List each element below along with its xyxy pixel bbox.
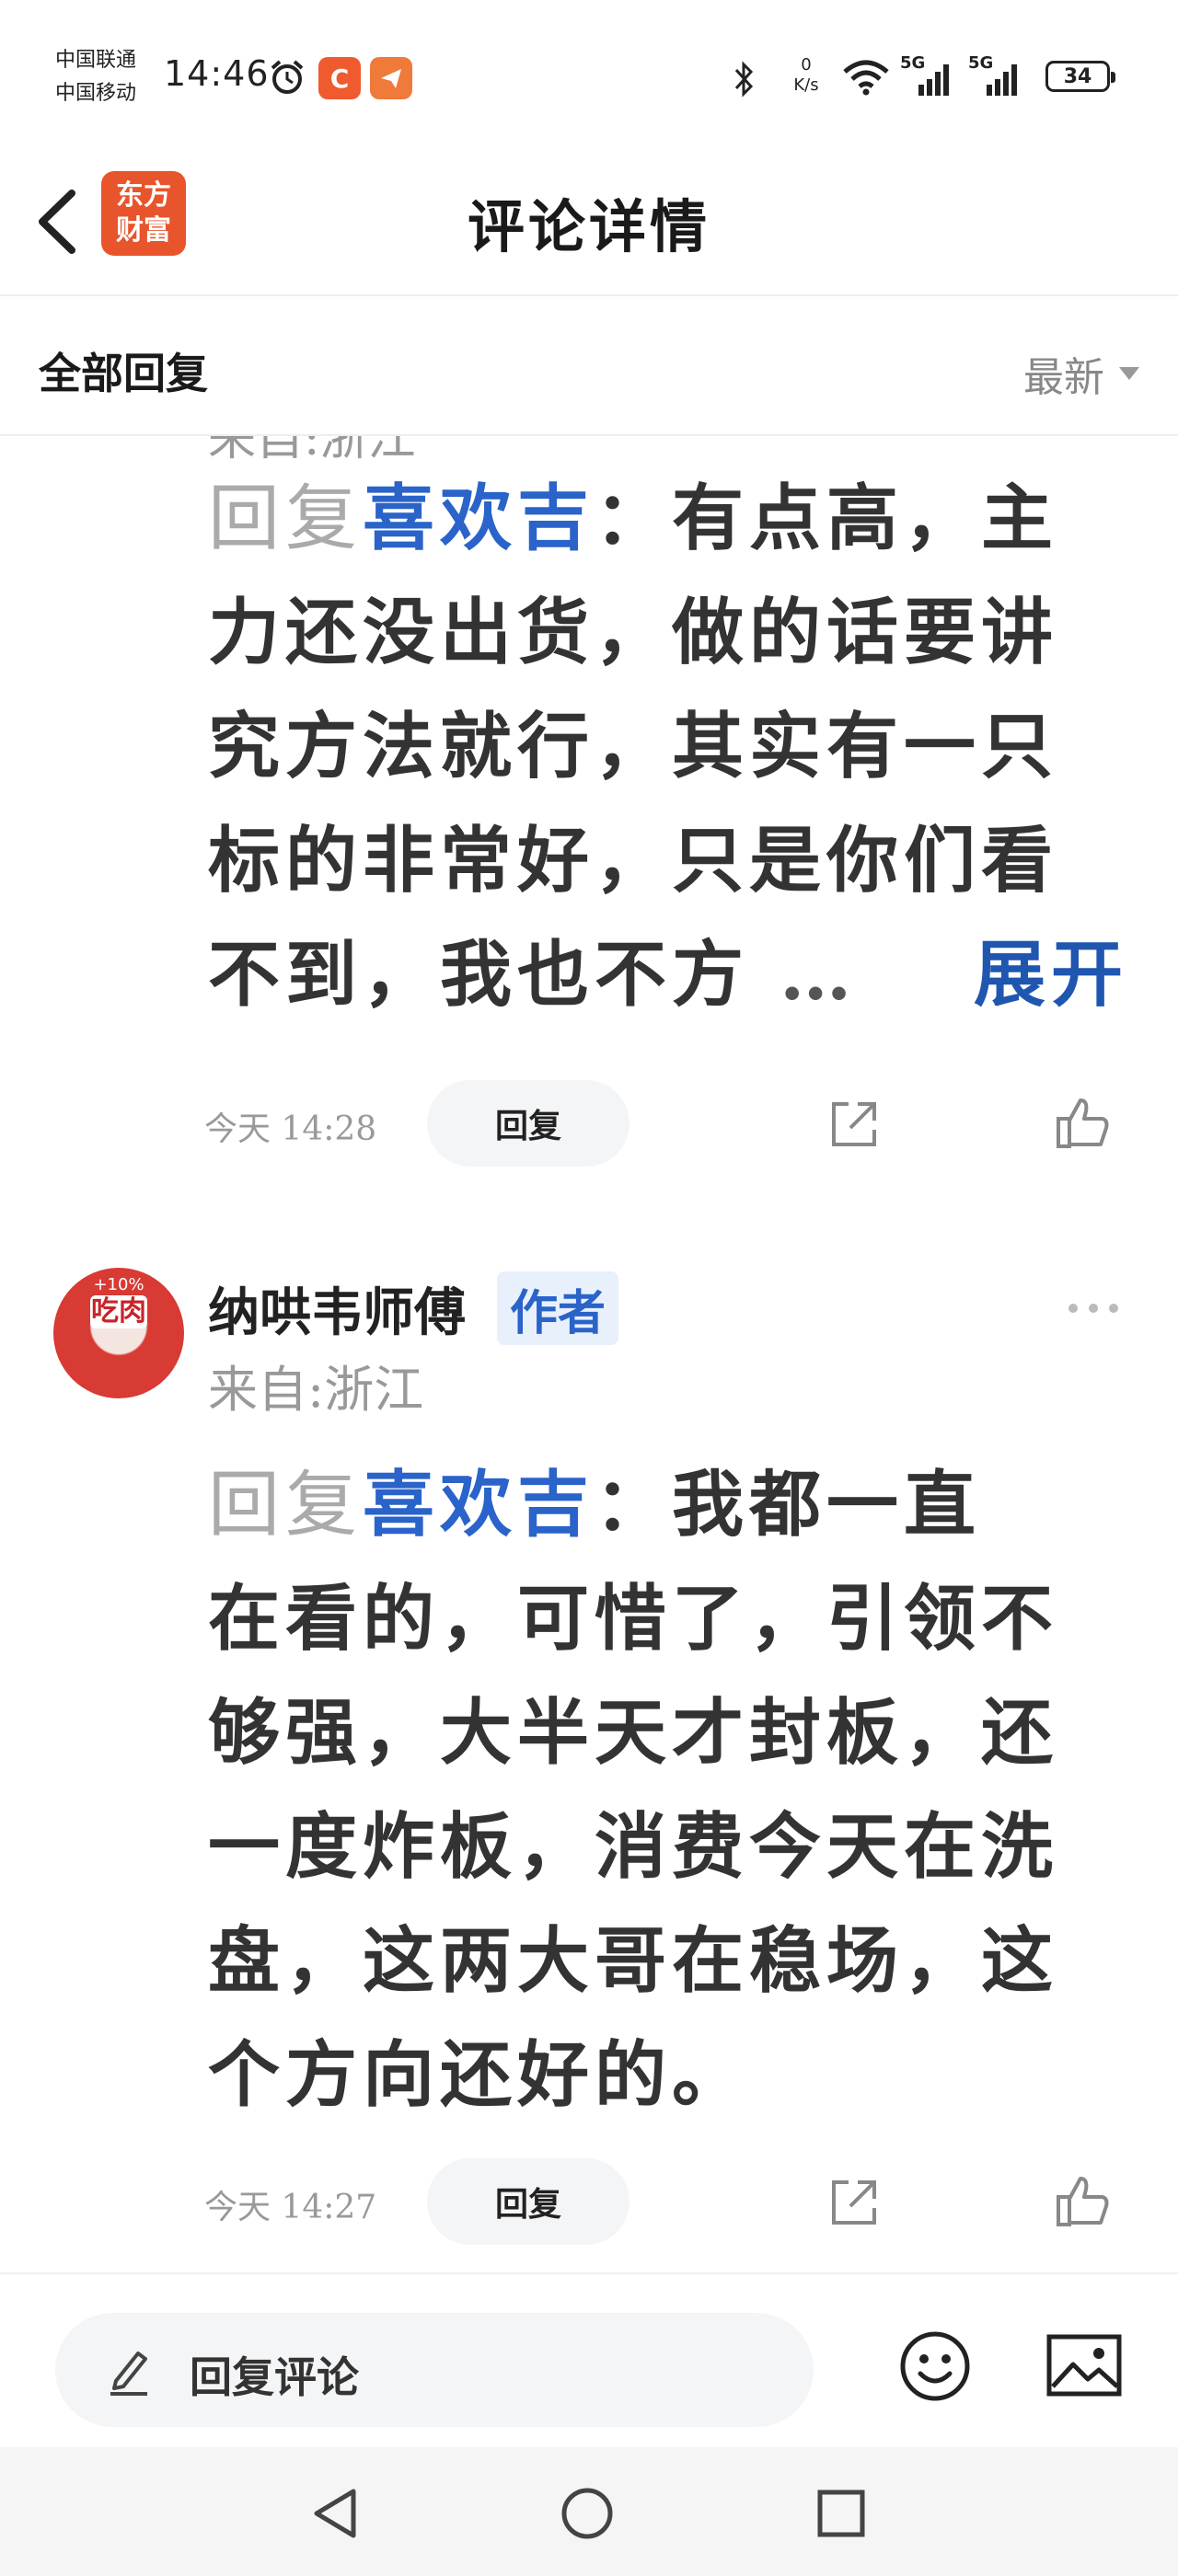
ellipsis: … <box>780 933 854 1017</box>
comment-line-5: 不到，我也不方 … 展开 <box>208 918 1128 1032</box>
reply-placeholder: 回复评论 <box>190 2352 359 2402</box>
sort-label: 最新 <box>1023 354 1104 401</box>
avatar-decoration: +10% <box>93 1275 144 1294</box>
signal-1-icon: 5G <box>900 53 959 101</box>
net-speed-unit: K/s <box>793 75 819 95</box>
comment-line-2: 力还没出货，做的话要讲 <box>208 591 1059 674</box>
network-speed: 0 K/s <box>788 55 825 96</box>
net-speed-value: 0 <box>801 55 812 75</box>
emoji-icon[interactable] <box>898 2329 972 2403</box>
reply-prefix: 回复 <box>208 1464 364 1547</box>
image-icon[interactable] <box>1045 2333 1123 2398</box>
reply-target-link[interactable]: 喜欢吉 <box>363 1463 595 1547</box>
carrier-2: 中国移动 <box>55 82 137 105</box>
app-notification-c-icon: C <box>318 57 361 99</box>
comment-text[interactable]: 回复喜欢吉：我都一直 在看的，可惜了，引领不 够强，大半天才封板，还 一度炸板，… <box>208 1448 1128 2133</box>
avatar[interactable]: +10% 吃肉 <box>53 1268 184 1398</box>
like-icon[interactable] <box>1053 1093 1112 1152</box>
reply-input-bar: 回复评论 <box>0 2272 1178 2447</box>
section-title: 全部回复 <box>39 349 208 398</box>
comment-line: 回复喜欢吉：我都一直 <box>208 1448 1128 1562</box>
location-label: 来自:浙江 <box>208 1361 424 1419</box>
status-bar: 中国联通 中国移动 14:46 C 0 K/s 5G 5G 34 <box>0 0 1178 147</box>
comment-line-3: 究方法就行，其实有一只 <box>208 705 1059 788</box>
more-options-icon[interactable] <box>1064 1299 1123 1317</box>
signal-2-label: 5G <box>968 53 994 73</box>
nav-home-icon[interactable] <box>560 2486 615 2541</box>
comment-list[interactable]: 来自:浙江 回复喜欢吉：有点高，主 力还没出货，做的话要讲 究方法就行，其实有一… <box>0 436 1178 2267</box>
share-icon[interactable] <box>826 1097 882 1152</box>
comment-line-5: 盘，这两大哥在稳场，这 <box>208 1919 1059 2003</box>
comment-line-3: 够强，大半天才封板，还 <box>208 1691 1059 1775</box>
app-notification-plane-icon <box>370 57 412 99</box>
comment-line-5-text: 不到，我也不方 <box>208 933 750 1017</box>
reply-prefix: 回复 <box>208 477 364 560</box>
comment-line-2: 在看的，可惜了，引领不 <box>208 1577 1059 1661</box>
dropdown-triangle-icon <box>1119 367 1139 380</box>
replies-section-header: 全部回复 最新 <box>0 296 1178 436</box>
user-name[interactable]: 纳哄韦师傅 <box>208 1271 466 1346</box>
nav-recent-apps-icon[interactable] <box>815 2488 867 2539</box>
wifi-icon <box>843 60 889 96</box>
comment-line-4: 标的非常好，只是你们看 <box>208 819 1059 903</box>
comment-line-1: 我都一直 <box>672 1463 982 1547</box>
alarm-icon <box>271 60 304 94</box>
status-time: 14:46 <box>164 53 270 94</box>
comment-meta: 今天 14:27 回复 <box>204 2158 1125 2247</box>
reply-target-link[interactable]: 喜欢吉 <box>363 477 595 560</box>
system-nav-bar <box>0 2447 1178 2576</box>
colon: ： <box>595 477 673 560</box>
page-header: 东方 财富 评论详情 <box>0 147 1178 296</box>
comment-text[interactable]: 回复喜欢吉：有点高，主 力还没出货，做的话要讲 究方法就行，其实有一只 标的非常… <box>208 462 1128 1032</box>
like-icon[interactable] <box>1053 2171 1112 2230</box>
nav-back-icon[interactable] <box>309 2486 361 2541</box>
carrier-info: 中国联通 中国移动 <box>55 44 136 110</box>
comment-line: 回复喜欢吉：有点高，主 <box>208 462 1128 576</box>
signal-1-label: 5G <box>900 53 926 73</box>
pen-icon <box>110 2352 147 2396</box>
comment-meta: 今天 14:28 回复 <box>204 1080 1125 1168</box>
bluetooth-icon <box>734 61 754 98</box>
battery-icon: 34 <box>1045 61 1115 92</box>
comment-time: 今天 14:28 <box>204 1110 377 1148</box>
comment-line-1: 有点高，主 <box>672 477 1059 560</box>
expand-link[interactable]: 展开 <box>974 918 1128 1032</box>
reply-input[interactable]: 回复评论 <box>55 2313 814 2427</box>
page-title: 评论详情 <box>467 193 710 260</box>
author-badge: 作者 <box>497 1271 618 1345</box>
comment-line-6: 个方向还好的。 <box>208 2033 750 2117</box>
avatar-text: 吃肉 <box>90 1295 147 1328</box>
comment-time: 今天 14:27 <box>204 2189 377 2226</box>
colon: ： <box>595 1463 673 1547</box>
reply-button[interactable]: 回复 <box>427 1080 629 1167</box>
share-icon[interactable] <box>826 2175 882 2230</box>
signal-2-icon: 5G <box>968 53 1027 101</box>
sort-dropdown[interactable]: 最新 <box>1023 344 1141 403</box>
carrier-1: 中国联通 <box>55 49 137 72</box>
comment-line-4: 一度炸板，消费今天在洗 <box>208 1805 1059 1889</box>
reply-button[interactable]: 回复 <box>427 2158 629 2245</box>
